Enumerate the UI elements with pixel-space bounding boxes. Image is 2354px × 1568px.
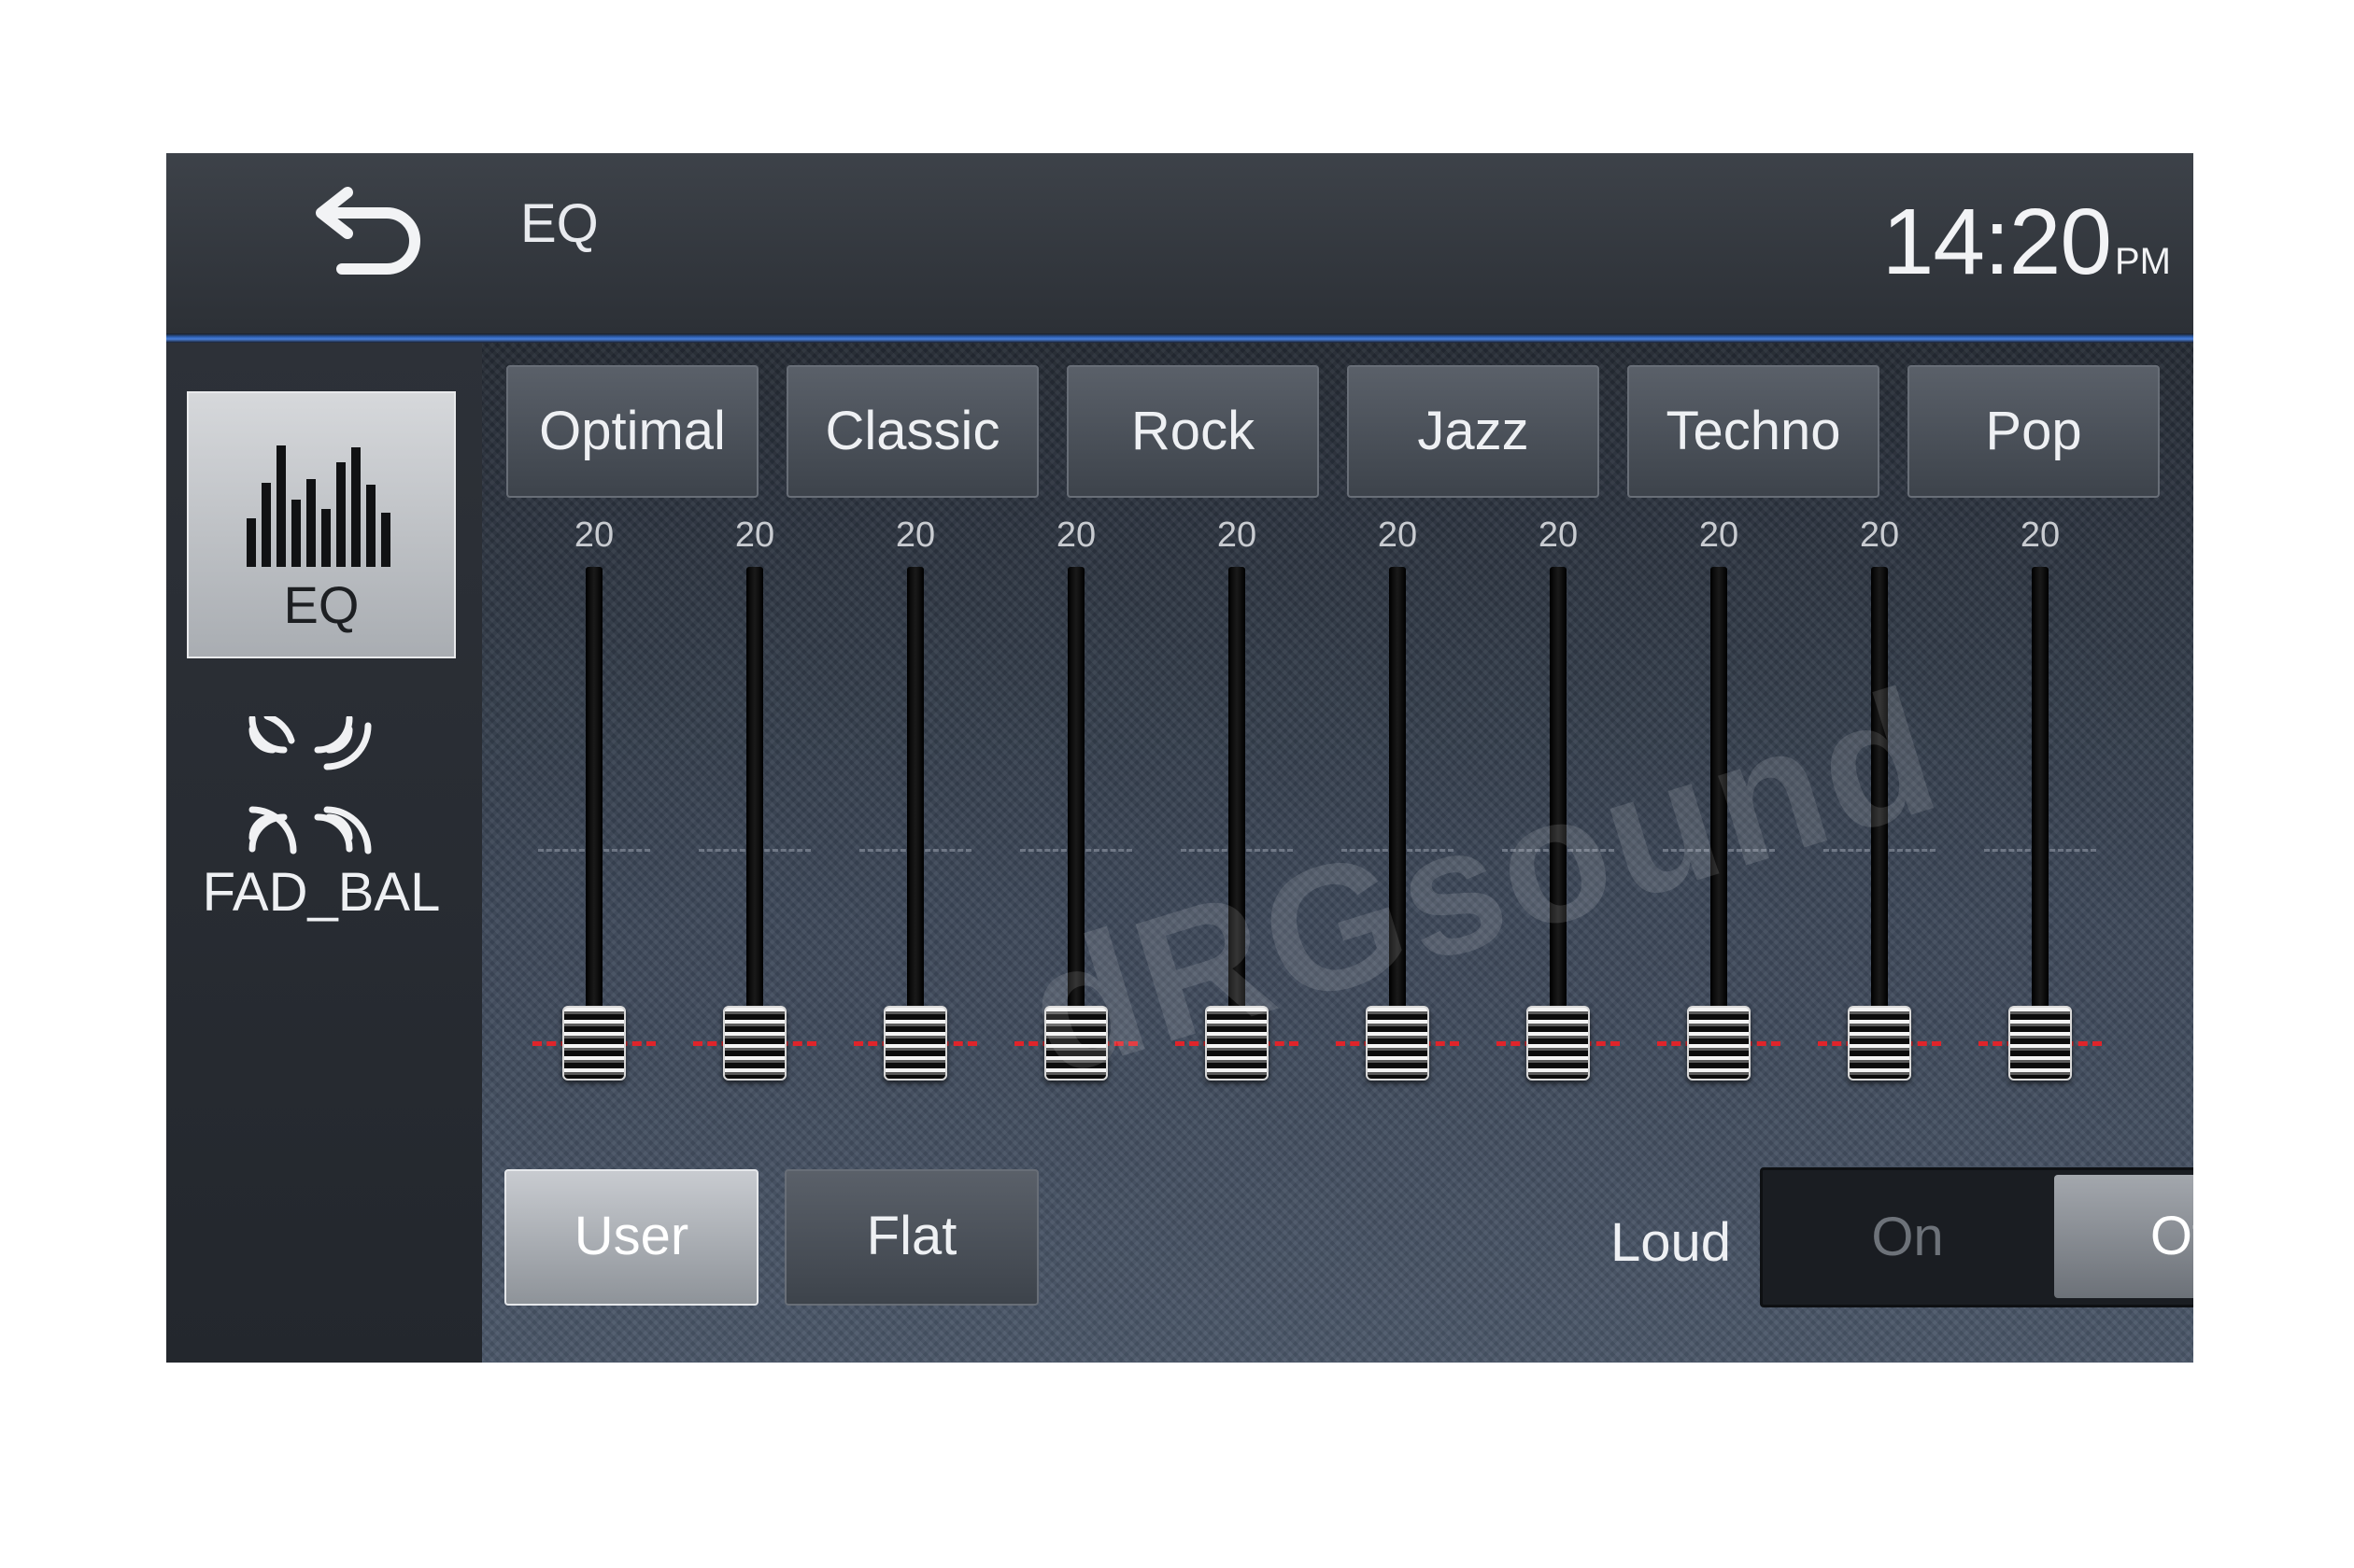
preset-button-optimal[interactable]: Optimal [506,365,759,498]
eq-screen: EQ 14:20 PM EQ FAD_BAL Optimal Classic R… [166,153,2193,1363]
band-slider[interactable] [850,567,981,1099]
slider-track [1550,567,1567,1081]
sidebar-item-label: EQ [283,575,360,634]
slider-track [1068,567,1085,1081]
slider-track [746,567,763,1081]
slider-knob[interactable] [1205,1006,1269,1081]
slider-track [1389,567,1406,1081]
slider-knob[interactable] [1044,1006,1108,1081]
sidebar-item-fad-bal[interactable]: FAD_BAL [187,716,456,940]
loud-on-option[interactable]: On [1763,1170,2052,1305]
sidebar: EQ FAD_BAL [166,343,482,1363]
slider-track [1228,567,1245,1081]
back-button[interactable] [305,185,426,278]
band-value: 20 [1216,516,1257,555]
flat-preset-button[interactable]: Flat [785,1169,1039,1306]
slider-knob[interactable] [1526,1006,1590,1081]
band-slider[interactable] [529,567,659,1099]
band-value: 20 [2020,516,2061,555]
preset-button-pop[interactable]: Pop [1907,365,2160,498]
preset-button-rock[interactable]: Rock [1067,365,1319,498]
equalizer-icon [247,445,390,567]
band-slider[interactable] [1493,567,1624,1099]
band-slider[interactable] [689,567,820,1099]
loud-toggle[interactable]: On Off [1760,1167,2193,1307]
band-value: 20 [895,516,936,555]
slider-track [586,567,603,1081]
sidebar-item-label: FAD_BAL [202,862,441,923]
slider-knob[interactable] [562,1006,626,1081]
page-title: EQ [520,193,599,254]
slider-knob[interactable] [2008,1006,2072,1081]
loud-label: Loud [1610,1212,1732,1273]
slider-knob[interactable] [723,1006,787,1081]
band-slider[interactable] [1332,567,1463,1099]
preset-button-classic[interactable]: Classic [787,365,1039,498]
slider-track [907,567,924,1081]
slider-track [1710,567,1727,1081]
clock-time: 14:20 [1881,190,2112,294]
preset-button-techno[interactable]: Techno [1627,365,1879,498]
slider-knob[interactable] [884,1006,947,1081]
clock: 14:20 PM [1882,189,2171,296]
slider-knob[interactable] [1366,1006,1429,1081]
band-value: 20 [574,516,615,555]
band-slider[interactable] [1011,567,1142,1099]
band-value: 20 [1859,516,1900,555]
band-value: 20 [734,516,775,555]
band-value: 20 [1538,516,1579,555]
user-preset-button[interactable]: User [504,1169,759,1306]
band-value: 20 [1698,516,1739,555]
preset-button-jazz[interactable]: Jazz [1347,365,1599,498]
band-value: 20 [1377,516,1418,555]
eq-panel: Optimal Classic Rock Jazz Techno Pop 20 20 20 20… [482,343,2193,1363]
speaker-fader-balance-icon [248,716,372,855]
sidebar-item-eq[interactable]: EQ [187,391,456,658]
band-slider[interactable] [1653,567,1784,1099]
header-divider [166,333,2193,343]
band-slider[interactable] [1975,567,2106,1099]
slider-knob[interactable] [1687,1006,1751,1081]
slider-knob[interactable] [1848,1006,1911,1081]
band-slider[interactable] [1171,567,1302,1099]
band-value: 20 [1056,516,1097,555]
loud-off-option[interactable]: Off [2054,1175,2193,1298]
band-slider[interactable] [1814,567,1945,1099]
back-arrow-icon [316,187,420,275]
slider-track [2032,567,2049,1081]
slider-track [1871,567,1888,1081]
clock-ampm: PM [2115,241,2171,282]
header-bar: EQ 14:20 PM [166,153,2193,333]
